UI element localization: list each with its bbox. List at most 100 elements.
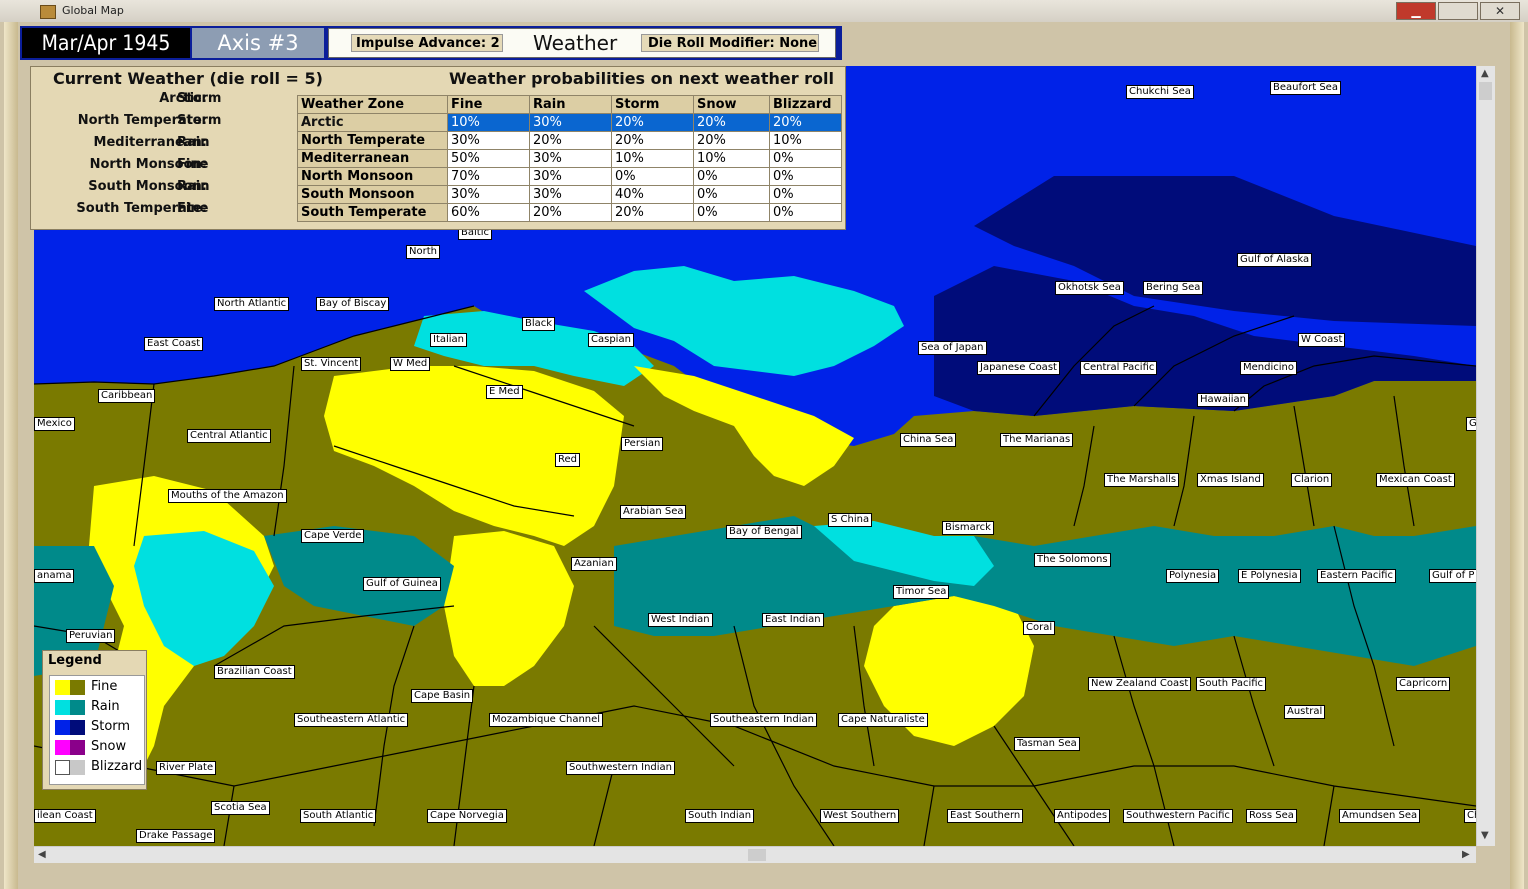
table-row[interactable]: South Monsoon 30% 30% 40% 0% 0% — [297, 185, 842, 204]
map-label[interactable]: East Indian — [762, 613, 824, 627]
map-label[interactable]: North Atlantic — [214, 297, 290, 311]
vertical-scrollbar[interactable]: ▲ ▼ — [1476, 66, 1495, 846]
map-label[interactable]: South Atlantic — [300, 809, 377, 823]
map-label[interactable]: Capricorn — [1396, 677, 1451, 691]
map-label[interactable]: Mouths of the Amazon — [168, 489, 287, 503]
map-label[interactable]: Cape Basin — [411, 689, 474, 703]
map-label[interactable]: Persian — [621, 437, 664, 451]
map-label[interactable]: Central Atlantic — [187, 429, 271, 443]
scroll-down-icon[interactable]: ▼ — [1481, 830, 1489, 841]
map-label[interactable]: Arabian Sea — [620, 505, 687, 519]
map-label[interactable]: W Coast — [1298, 333, 1346, 347]
value-cell: 30% — [529, 185, 612, 204]
map-label[interactable]: Bismarck — [942, 521, 994, 535]
map-label[interactable]: Timor Sea — [893, 585, 950, 599]
map-label[interactable]: Gulf of P — [1429, 569, 1476, 583]
map-label[interactable]: East Coast — [144, 337, 204, 351]
map-label[interactable]: The Marshalls — [1104, 473, 1180, 487]
window-title: Global Map — [62, 4, 124, 17]
map-label[interactable]: Tasman Sea — [1014, 737, 1080, 751]
table-row[interactable]: North Temperate 30% 20% 20% 20% 10% — [297, 131, 842, 150]
map-label[interactable]: Xmas Island — [1197, 473, 1264, 487]
map-label[interactable]: E Med — [486, 385, 523, 399]
horizontal-scrollbar[interactable]: ◀ ▶ — [34, 846, 1476, 863]
scroll-right-icon[interactable]: ▶ — [1462, 849, 1470, 860]
map-label[interactable]: Bay of Bengal — [726, 525, 802, 539]
map-label[interactable]: East Southern — [947, 809, 1024, 823]
map-label[interactable]: South Indian — [685, 809, 755, 823]
map-label[interactable]: Azanian — [571, 557, 617, 571]
zone-value: Storm — [177, 113, 222, 128]
map-label[interactable]: Ross Sea — [1246, 809, 1297, 823]
map-label[interactable]: Southeastern Indian — [710, 713, 817, 727]
map-label[interactable]: Black — [522, 317, 556, 331]
map-label[interactable]: Central Pacific — [1080, 361, 1158, 375]
map-label[interactable]: Italian — [430, 333, 468, 347]
horizontal-scroll-thumb[interactable] — [748, 849, 766, 861]
map-label[interactable]: South Pacific — [1196, 677, 1267, 691]
map-label[interactable]: Clarion — [1291, 473, 1333, 487]
table-row[interactable]: North Monsoon 70% 30% 0% 0% 0% — [297, 167, 842, 186]
map-label[interactable]: The Solomons — [1034, 553, 1111, 567]
map-label[interactable]: Austral — [1284, 705, 1326, 719]
map-label[interactable]: W Med — [390, 357, 431, 371]
map-label[interactable]: Chukchi Sea — [1126, 85, 1194, 99]
map-label[interactable]: G — [1466, 417, 1476, 431]
map-label[interactable]: Caspian — [588, 333, 634, 347]
map-label[interactable]: Scotia Sea — [211, 801, 270, 815]
map-label[interactable]: Cape Verde — [301, 529, 365, 543]
table-row[interactable]: Arctic 10% 30% 20% 20% 20% — [297, 113, 842, 132]
map-label[interactable]: Coral — [1023, 621, 1056, 635]
map-label[interactable]: Amundsen Sea — [1339, 809, 1421, 823]
value-cell: 70% — [447, 167, 530, 186]
map-label[interactable]: Drake Passage — [136, 829, 216, 843]
map-label[interactable]: Bering Sea — [1143, 281, 1204, 295]
map-label[interactable]: Gulf of Alaska — [1237, 253, 1313, 267]
map-label[interactable]: Caribbean — [98, 389, 156, 403]
map-label[interactable]: Eastern Pacific — [1317, 569, 1396, 583]
map-label[interactable]: The Marianas — [1000, 433, 1074, 447]
vertical-scroll-thumb[interactable] — [1479, 82, 1492, 100]
map-label[interactable]: Bay of Biscay — [316, 297, 390, 311]
map-label[interactable]: River Plate — [156, 761, 217, 775]
map-label[interactable]: Beaufort Sea — [1270, 81, 1341, 95]
app-icon — [40, 5, 56, 19]
value-cell: 0% — [693, 185, 770, 204]
map-label[interactable]: Brazilian Coast — [214, 665, 295, 679]
map-label[interactable]: West Indian — [648, 613, 713, 627]
map-label[interactable]: Peruvian — [66, 629, 116, 643]
map-label[interactable]: ilean Coast — [34, 809, 96, 823]
map-label[interactable]: anama — [34, 569, 75, 583]
scroll-left-icon[interactable]: ◀ — [38, 849, 46, 860]
map-label[interactable]: Japanese Coast — [977, 361, 1060, 375]
map-label[interactable]: West Southern — [820, 809, 900, 823]
map-label[interactable]: S China — [828, 513, 873, 527]
map-label[interactable]: Mendicino — [1240, 361, 1297, 375]
map-label[interactable]: New Zealand Coast — [1088, 677, 1192, 691]
table-row[interactable]: Mediterranean 50% 30% 10% 10% 0% — [297, 149, 842, 168]
map-label[interactable]: Mexico — [34, 417, 75, 431]
map-label[interactable]: Hawaiian — [1197, 393, 1249, 407]
map-label[interactable]: Mexican Coast — [1376, 473, 1455, 487]
map-label[interactable]: Southwestern Pacific — [1123, 809, 1233, 823]
map-label[interactable]: Ch — [1464, 809, 1476, 823]
scroll-up-icon[interactable]: ▲ — [1481, 68, 1489, 79]
map-label[interactable]: Okhotsk Sea — [1055, 281, 1124, 295]
map-label[interactable]: Polynesia — [1166, 569, 1220, 583]
map-label[interactable]: Gulf of Guinea — [363, 577, 441, 591]
map-label[interactable]: Southwestern Indian — [566, 761, 676, 775]
close-icon[interactable]: ✕ — [1480, 2, 1520, 20]
map-label[interactable]: E Polynesia — [1238, 569, 1301, 583]
map-label[interactable]: Red — [555, 453, 580, 467]
map-label[interactable]: North — [406, 245, 440, 259]
map-label[interactable]: Antipodes — [1054, 809, 1111, 823]
map-label[interactable]: Mozambique Channel — [489, 713, 604, 727]
map-label[interactable]: Cape Naturaliste — [838, 713, 928, 727]
minimize-icon[interactable]: ▁ — [1396, 2, 1436, 20]
map-label[interactable]: China Sea — [900, 433, 957, 447]
map-label[interactable]: St. Vincent — [301, 357, 362, 371]
table-row[interactable]: South Temperate 60% 20% 20% 0% 0% — [297, 203, 842, 222]
map-label[interactable]: Southeastern Atlantic — [294, 713, 409, 727]
map-label[interactable]: Cape Norvegia — [427, 809, 507, 823]
map-label[interactable]: Sea of Japan — [918, 341, 987, 355]
